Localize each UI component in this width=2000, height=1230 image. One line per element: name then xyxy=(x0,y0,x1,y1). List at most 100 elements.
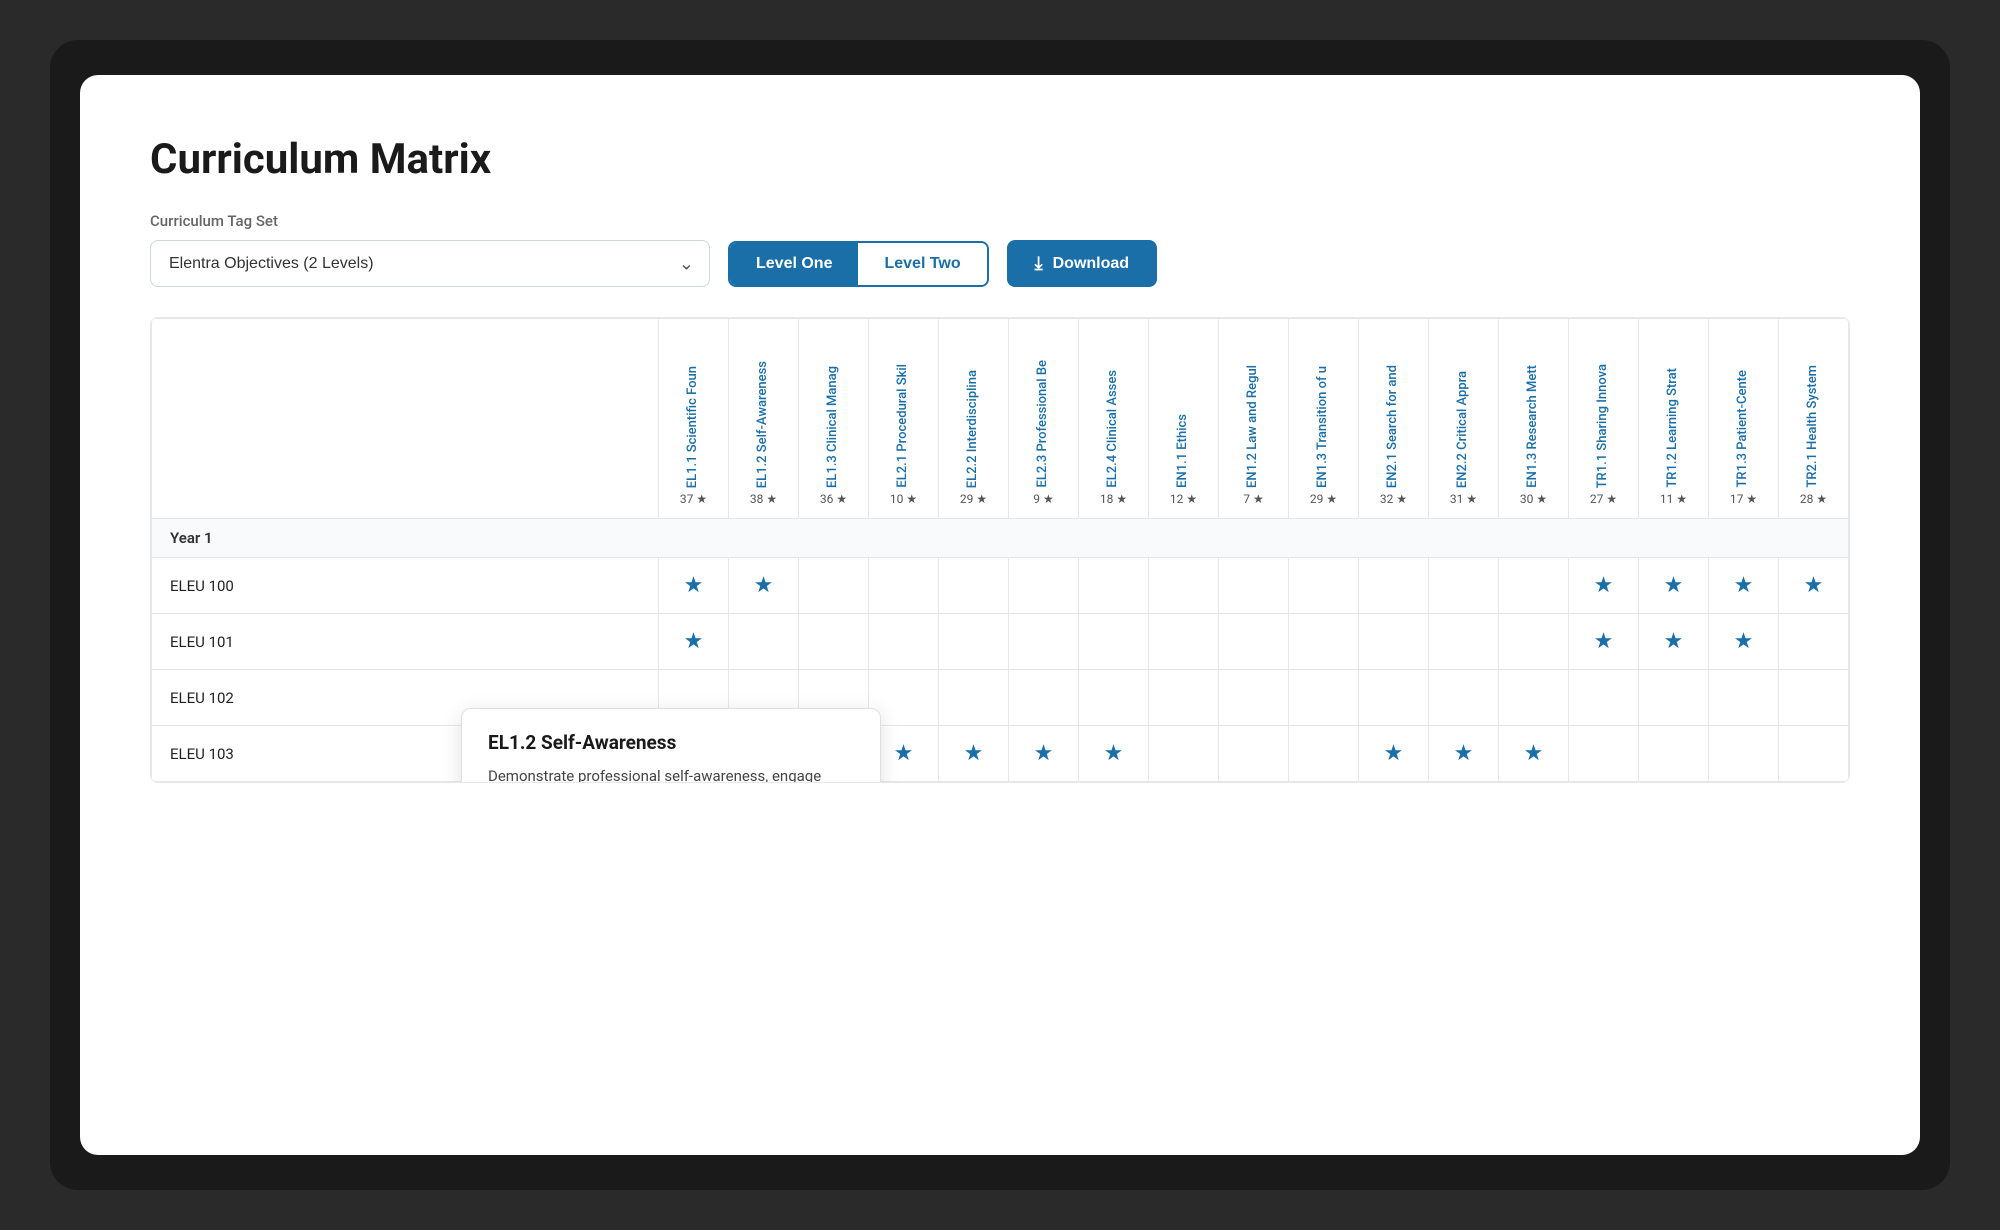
header-cell-col1[interactable]: EL1.1 Scientific Foun 37 ★ xyxy=(659,319,729,519)
matrix-cell[interactable] xyxy=(1429,670,1499,726)
header-number-col1: 37 ★ xyxy=(680,492,707,506)
matrix-cell[interactable] xyxy=(1149,558,1219,614)
header-cell-col4[interactable]: EL2.1 Procedural Skil 10 ★ xyxy=(869,319,939,519)
matrix-cell[interactable]: ★ xyxy=(1499,726,1569,782)
star-icon: ★ xyxy=(684,629,704,654)
matrix-cell[interactable] xyxy=(1079,558,1149,614)
header-cell-col11[interactable]: EN2.1 Search for and 32 ★ xyxy=(1359,319,1429,519)
matrix-cell[interactable] xyxy=(729,614,799,670)
header-cell-col17[interactable]: TR2.1 Health System 28 ★ xyxy=(1779,319,1849,519)
header-number-col17: 28 ★ xyxy=(1800,492,1827,506)
matrix-cell[interactable] xyxy=(1009,614,1079,670)
matrix-cell[interactable] xyxy=(1429,614,1499,670)
matrix-cell[interactable] xyxy=(939,614,1009,670)
level-two-button[interactable]: Level Two xyxy=(858,243,986,285)
matrix-cell[interactable] xyxy=(1779,670,1849,726)
matrix-cell[interactable] xyxy=(869,558,939,614)
header-cell-col2[interactable]: EL1.2 Self-Awareness 38 ★ xyxy=(729,319,799,519)
matrix-cell[interactable] xyxy=(1289,726,1359,782)
matrix-cell[interactable]: ★ xyxy=(659,614,729,670)
matrix-header-row: EL1.1 Scientific Foun 37 ★ EL1.2 Self-Aw… xyxy=(152,319,1849,519)
header-label-col8: EN1.1 Ethics xyxy=(1175,414,1192,488)
matrix-cell[interactable] xyxy=(799,614,869,670)
matrix-cell[interactable]: ★ xyxy=(1779,558,1849,614)
matrix-cell[interactable] xyxy=(1639,726,1709,782)
matrix-cell[interactable] xyxy=(1009,558,1079,614)
header-cell-col13[interactable]: EN1.3 Research Mett 30 ★ xyxy=(1499,319,1569,519)
matrix-cell[interactable] xyxy=(1569,670,1639,726)
header-label-col17: TR2.1 Health System xyxy=(1805,365,1822,488)
matrix-cell[interactable] xyxy=(1569,726,1639,782)
header-cell-col16[interactable]: TR1.3 Patient-Cente 17 ★ xyxy=(1709,319,1779,519)
matrix-cell[interactable] xyxy=(1219,558,1289,614)
matrix-cell[interactable]: ★ xyxy=(1709,558,1779,614)
matrix-cell[interactable]: ★ xyxy=(1569,558,1639,614)
matrix-cell[interactable] xyxy=(939,558,1009,614)
level-toggle: Level One Level Two xyxy=(728,241,989,287)
header-label-col11: EN2.1 Search for and xyxy=(1385,365,1402,488)
star-icon: ★ xyxy=(1104,741,1124,766)
matrix-cell[interactable] xyxy=(1499,670,1569,726)
level-one-button[interactable]: Level One xyxy=(730,243,858,285)
matrix-cell[interactable] xyxy=(1709,670,1779,726)
matrix-cell[interactable] xyxy=(939,670,1009,726)
matrix-cell[interactable] xyxy=(1359,670,1429,726)
matrix-cell[interactable] xyxy=(1219,614,1289,670)
matrix-cell[interactable] xyxy=(799,558,869,614)
matrix-cell[interactable] xyxy=(1709,726,1779,782)
matrix-cell[interactable] xyxy=(1639,670,1709,726)
matrix-cell[interactable] xyxy=(1149,614,1219,670)
header-label-col9: EN1.2 Law and Regul xyxy=(1245,365,1262,488)
star-icon: ★ xyxy=(1664,629,1684,654)
matrix-cell[interactable] xyxy=(1219,670,1289,726)
device-frame: Curriculum Matrix Curriculum Tag Set Ele… xyxy=(50,40,1950,1190)
matrix-cell[interactable] xyxy=(1779,726,1849,782)
matrix-cell[interactable]: ★ xyxy=(729,558,799,614)
matrix-cell[interactable] xyxy=(1359,614,1429,670)
matrix-cell[interactable] xyxy=(1219,726,1289,782)
matrix-cell[interactable] xyxy=(869,614,939,670)
matrix-cell[interactable] xyxy=(1149,726,1219,782)
header-label-col16: TR1.3 Patient-Cente xyxy=(1735,370,1752,488)
matrix-cell[interactable]: ★ xyxy=(1079,726,1149,782)
header-cell-col5[interactable]: EL2.2 Interdisciplina 29 ★ xyxy=(939,319,1009,519)
header-cell-col3[interactable]: EL1.3 Clinical Manag 36 ★ xyxy=(799,319,869,519)
matrix-cell[interactable] xyxy=(1009,670,1079,726)
matrix-cell[interactable] xyxy=(1289,670,1359,726)
matrix-cell[interactable]: ★ xyxy=(939,726,1009,782)
matrix-cell[interactable] xyxy=(1779,614,1849,670)
matrix-cell[interactable] xyxy=(1359,558,1429,614)
matrix-cell[interactable] xyxy=(1289,614,1359,670)
header-label-col6: EL2.3 Professional Be xyxy=(1035,360,1052,488)
header-cell-col15[interactable]: TR1.2 Learning Strat 11 ★ xyxy=(1639,319,1709,519)
matrix-cell[interactable]: ★ xyxy=(1639,558,1709,614)
matrix-cell[interactable]: ★ xyxy=(1639,614,1709,670)
matrix-cell[interactable]: ★ xyxy=(1009,726,1079,782)
header-cell-col7[interactable]: EL2.4 Clinical Asses 18 ★ xyxy=(1079,319,1149,519)
header-cell-col12[interactable]: EN2.2 Critical Appra 31 ★ xyxy=(1429,319,1499,519)
header-cell-col14[interactable]: TR1.1 Sharing Innova 27 ★ xyxy=(1569,319,1639,519)
matrix-cell[interactable] xyxy=(1079,670,1149,726)
matrix-cell[interactable]: ★ xyxy=(1709,614,1779,670)
matrix-cell[interactable] xyxy=(1079,614,1149,670)
matrix-cell[interactable]: ★ xyxy=(659,558,729,614)
header-cell-col10[interactable]: EN1.3 Transition of u 29 ★ xyxy=(1289,319,1359,519)
curriculum-tag-select[interactable]: Elentra Objectives (2 Levels) xyxy=(150,240,710,287)
header-cell-col8[interactable]: EN1.1 Ethics 12 ★ xyxy=(1149,319,1219,519)
matrix-cell[interactable] xyxy=(1289,558,1359,614)
matrix-cell[interactable] xyxy=(1149,670,1219,726)
header-cell-col9[interactable]: EN1.2 Law and Regul 7 ★ xyxy=(1219,319,1289,519)
year-row: Year 1 xyxy=(152,519,1849,558)
page-title: Curriculum Matrix xyxy=(150,135,1850,184)
matrix-cell[interactable]: ★ xyxy=(1569,614,1639,670)
header-cell-col6[interactable]: EL2.3 Professional Be 9 ★ xyxy=(1009,319,1079,519)
matrix-cell[interactable]: ★ xyxy=(1359,726,1429,782)
matrix-cell[interactable] xyxy=(1429,558,1499,614)
matrix-cell[interactable]: ★ xyxy=(1429,726,1499,782)
header-number-col6: 9 ★ xyxy=(1033,492,1053,506)
star-icon: ★ xyxy=(1734,573,1754,598)
matrix-cell[interactable] xyxy=(1499,614,1569,670)
matrix-cell[interactable] xyxy=(1499,558,1569,614)
header-number-col10: 29 ★ xyxy=(1310,492,1337,506)
download-button[interactable]: ⤓ Download xyxy=(1007,240,1157,287)
